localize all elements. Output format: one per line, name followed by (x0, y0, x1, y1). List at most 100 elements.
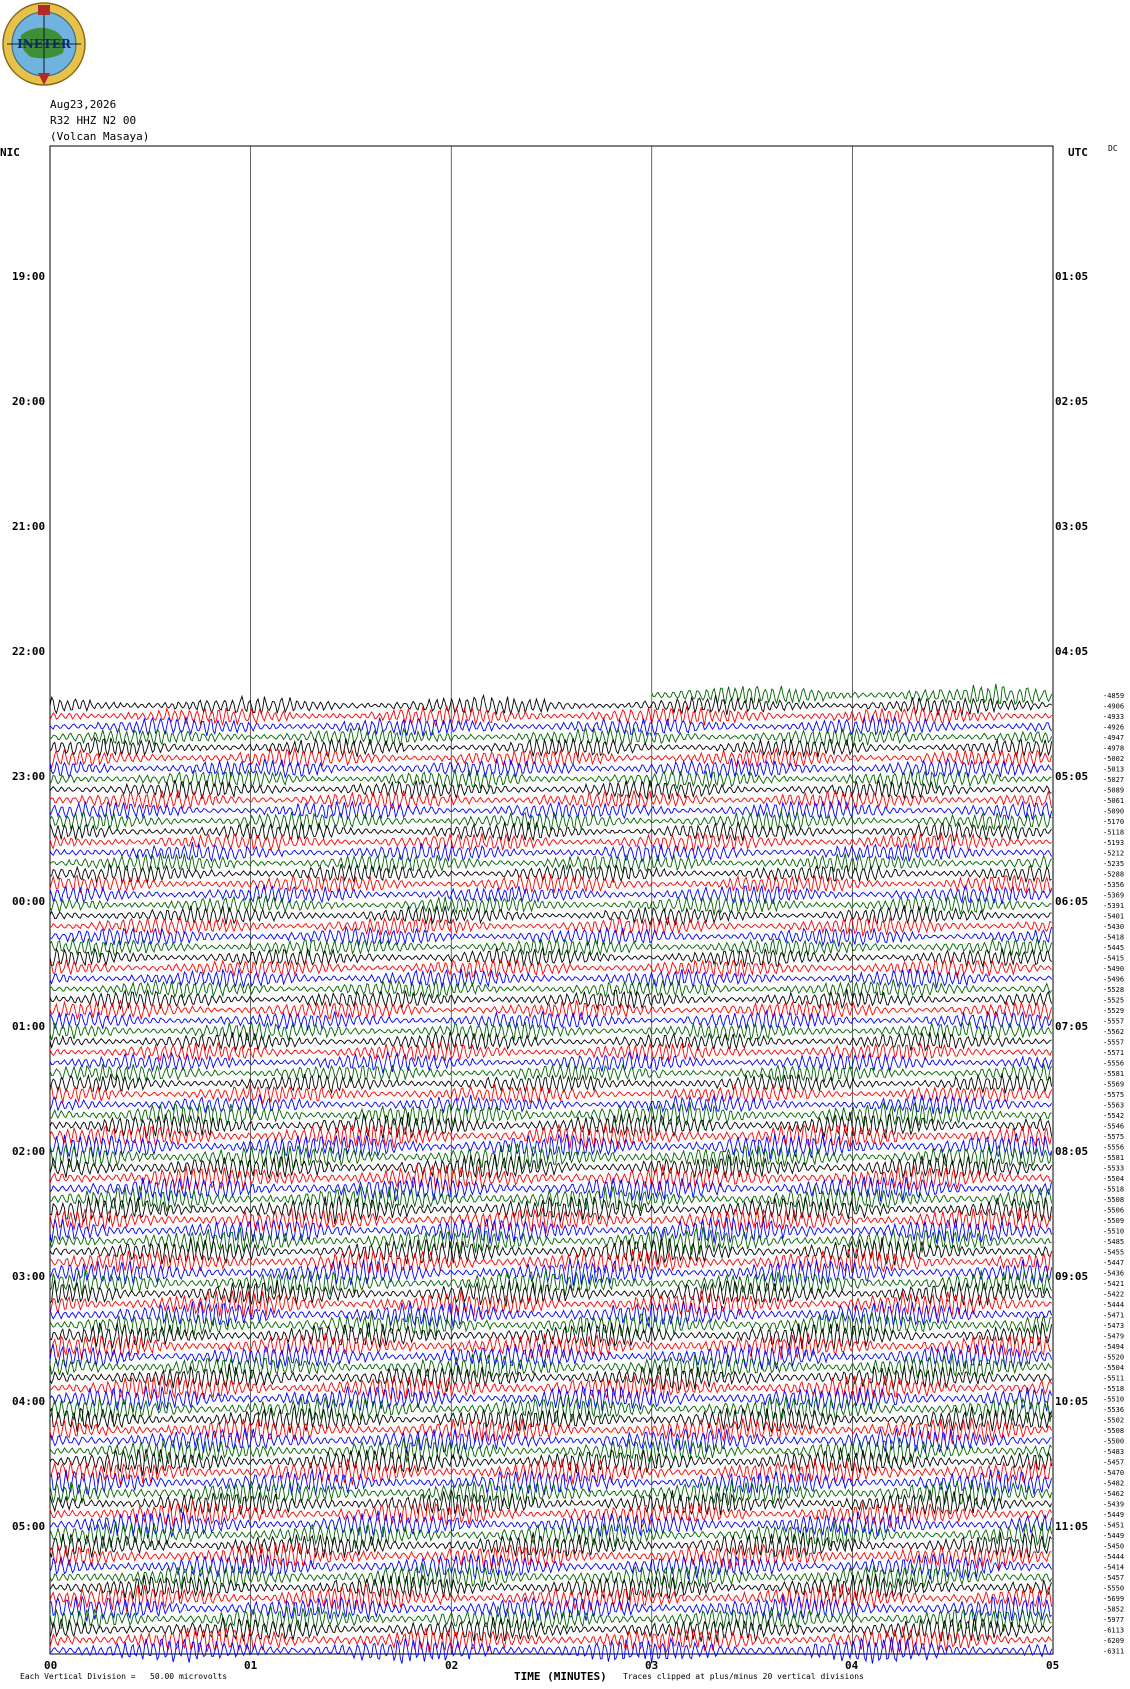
header-date: Aug23,2026 (50, 98, 117, 111)
x-tick-label: 04 (845, 1659, 859, 1672)
trace-offset-label: -5550 (1103, 1585, 1124, 1593)
trace-offset-label: -5518 (1103, 1186, 1124, 1194)
trace-offset-label: -4926 (1103, 724, 1124, 732)
trace-offset-label: -5422 (1103, 1291, 1124, 1299)
trace-offset-label: -5415 (1103, 955, 1124, 963)
trace-offset-label: -5118 (1103, 829, 1124, 837)
trace-offset-label: -5436 (1103, 1270, 1124, 1278)
seismic-trace (49, 1500, 1052, 1529)
left-time-label: 01:00 (12, 1020, 46, 1033)
trace-offset-label: -5444 (1103, 1553, 1124, 1561)
left-time-label: 05:00 (12, 1520, 46, 1533)
seismic-trace (49, 1447, 1053, 1476)
trace-offset-label: -5447 (1103, 1259, 1124, 1267)
logo-text: INETER (17, 37, 72, 51)
trace-offset-label: -5581 (1103, 1070, 1124, 1078)
trace-offset-label: -5288 (1103, 871, 1124, 879)
trace-offset-label: -5569 (1103, 1081, 1124, 1089)
left-time-label: 02:00 (12, 1145, 46, 1158)
trace-offset-label: -5479 (1103, 1333, 1124, 1341)
trace-offset-label: -5457 (1103, 1574, 1124, 1582)
trace-offset-label: -5451 (1103, 1522, 1124, 1530)
right-time-label: 05:05 (1055, 770, 1089, 783)
right-time-label: 04:05 (1055, 645, 1089, 658)
seismic-trace (49, 1552, 1052, 1580)
trace-offset-label: -4947 (1103, 734, 1124, 742)
trace-offset-label: -5510 (1103, 1396, 1124, 1404)
x-tick-label: 01 (244, 1659, 258, 1672)
seismic-trace (49, 946, 1052, 969)
trace-offset-label: -5581 (1103, 1154, 1124, 1162)
trace-offset-label: -5473 (1103, 1322, 1124, 1330)
trace-offset-label: -5455 (1103, 1249, 1124, 1257)
seismic-trace (49, 1469, 1053, 1496)
trace-offset-label: -5170 (1103, 818, 1124, 826)
trace-offset-label: -5494 (1103, 1343, 1124, 1351)
seismic-trace (49, 1417, 1053, 1445)
seismic-trace (49, 893, 1052, 916)
helicorder-plot: -4859 -4906 -4933 -4926 -4947 -4978 -5002 -5013… (49, 145, 1124, 1664)
trace-offset-label: -5504 (1103, 1364, 1124, 1372)
x-tick-label: 00 (44, 1659, 58, 1672)
seismic-trace (49, 1574, 1053, 1601)
trace-offset-label: -6311 (1103, 1648, 1124, 1656)
trace-offset-label: -5557 (1103, 1039, 1124, 1047)
seismic-trace (49, 1636, 1053, 1664)
trace-offset-label: -5471 (1103, 1312, 1124, 1320)
trace-offset-label: -5002 (1103, 755, 1124, 763)
trace-offset-label: -5061 (1103, 797, 1124, 805)
ineter-logo: INETER (2, 2, 86, 86)
trace-offset-label: -5027 (1103, 776, 1124, 784)
left-time-label: 19:00 (12, 270, 46, 283)
trace-offset-label: -5525 (1103, 997, 1124, 1005)
trace-offset-label: -5557 (1103, 1018, 1124, 1026)
trace-offset-label: -5977 (1103, 1616, 1124, 1624)
trace-offset-label: -5496 (1103, 976, 1124, 984)
trace-offset-label: -5235 (1103, 860, 1124, 868)
trace-offset-label: -5699 (1103, 1595, 1124, 1603)
x-axis-title: TIME (MINUTES) (514, 1670, 607, 1683)
trace-offset-label: -5520 (1103, 1354, 1124, 1362)
trace-offset-label: -5575 (1103, 1133, 1124, 1141)
header-station: R32 HHZ N2 00 (50, 114, 137, 127)
x-tick-label: 05 (1046, 1659, 1060, 1672)
trace-offset-label: -5449 (1103, 1532, 1124, 1540)
trace-offset-label: -5013 (1103, 766, 1124, 774)
trace-offset-label: -5470 (1103, 1469, 1124, 1477)
trace-offset-label: -5401 (1103, 913, 1124, 921)
trace-offset-label: -5509 (1103, 1217, 1124, 1225)
trace-offset-label: -5511 (1103, 1375, 1124, 1383)
trace-offset-label: -5490 (1103, 965, 1124, 973)
left-time-label: 21:00 (12, 520, 46, 533)
trace-offset-label: -5852 (1103, 1606, 1124, 1614)
trace-offset-label: -6113 (1103, 1627, 1124, 1635)
trace-offset-label: -5529 (1103, 1007, 1124, 1015)
right-timezone: UTC (1068, 146, 1088, 159)
trace-offset-label: -5483 (1103, 1448, 1124, 1456)
trace-offset-label: -5369 (1103, 892, 1124, 900)
right-time-label: 02:05 (1055, 395, 1089, 408)
trace-offset-label: -5533 (1103, 1165, 1124, 1173)
seismic-trace (49, 1094, 1052, 1115)
trace-offset-label: -6209 (1103, 1637, 1124, 1645)
trace-offset-label: -5089 (1103, 787, 1124, 795)
seismic-trace (49, 1216, 1053, 1244)
trace-offset-label: -5563 (1103, 1102, 1124, 1110)
dc-label: DC (1108, 144, 1118, 153)
seismic-trace (49, 810, 1052, 833)
clipping-note: Traces clipped at plus/minus 20 vertical… (623, 1672, 864, 1681)
seismic-trace (49, 1060, 1053, 1084)
trace-offset-label: -5414 (1103, 1564, 1124, 1572)
trace-offset-label: -5391 (1103, 902, 1124, 910)
trace-offset-label: -5508 (1103, 1427, 1124, 1435)
right-time-label: 11:05 (1055, 1520, 1089, 1533)
trace-offset-label: -5430 (1103, 923, 1124, 931)
left-time-label: 00:00 (12, 895, 46, 908)
trace-offset-labels: -4859 -4906 -4933 -4926 -4947 -4978 -5002 -5013… (1103, 692, 1124, 1656)
trace-offset-label: -5450 (1103, 1543, 1124, 1551)
trace-offset-label: -4859 (1103, 692, 1124, 700)
trace-offset-label: -5556 (1103, 1060, 1124, 1068)
trace-offset-label: -5502 (1103, 1417, 1124, 1425)
left-time-label: 20:00 (12, 395, 46, 408)
trace-offset-label: -5546 (1103, 1123, 1124, 1131)
